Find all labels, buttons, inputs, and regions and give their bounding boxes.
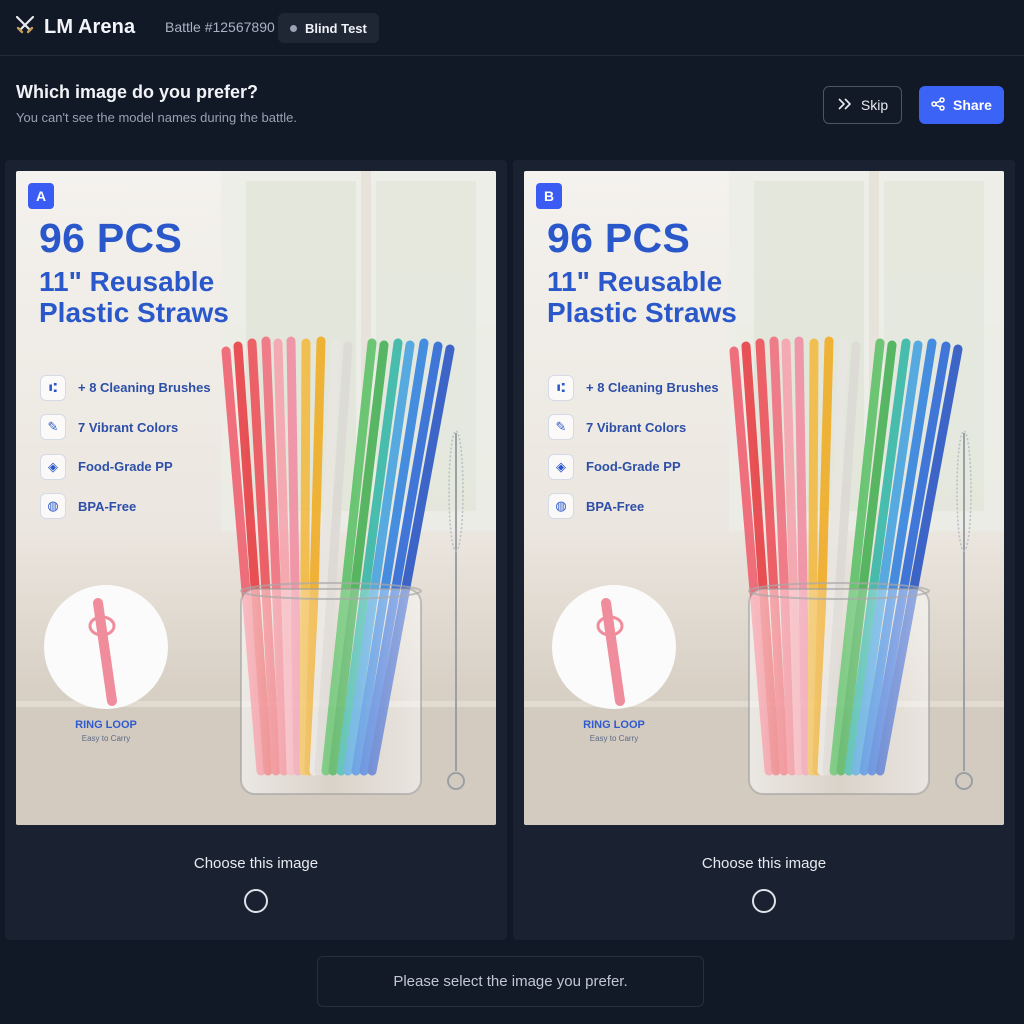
shield-icon: ◈ xyxy=(548,453,574,480)
skip-label: Skip xyxy=(860,97,889,113)
prompt-subtitle: You can't see the model names during the… xyxy=(16,110,297,125)
ring-loop-title: RING LOOP xyxy=(583,719,645,731)
brush-icon: ⑆ xyxy=(548,374,574,401)
feature-text: BPA-Free xyxy=(78,498,137,514)
status-dot-icon xyxy=(290,24,297,32)
feature-text: Food-Grade PP xyxy=(586,459,681,475)
choose-label: Choose this image xyxy=(193,855,319,872)
share-icon xyxy=(931,96,945,114)
feature-text: 7 Vibrant Colors xyxy=(586,419,687,435)
product-image-b[interactable]: B 96 PCS 11" Reusable Plastic Straws ⑆ +… xyxy=(524,171,1004,825)
feature-list: ⑆ + 8 Cleaning Brushes ✎ 7 Vibrant Color… xyxy=(548,368,719,526)
product-headline: 96 PCS xyxy=(547,215,691,261)
product-subline: 11" Reusable Plastic Straws xyxy=(547,266,737,328)
feature-item: ◈ Food-Grade PP xyxy=(548,447,719,487)
choose-image-a-radio[interactable] xyxy=(244,889,268,913)
panel-badge: A xyxy=(28,183,54,209)
feature-item: ◍ BPA-Free xyxy=(40,487,211,527)
share-button[interactable]: Share xyxy=(919,86,1004,124)
top-bar: LM Arena Battle #12567890 Blind Test xyxy=(0,0,1024,56)
blind-test-label: Blind Test xyxy=(305,20,367,36)
crossed-swords-icon xyxy=(14,14,36,41)
feature-item: ◈ Food-Grade PP xyxy=(40,447,211,487)
ring-loop-title: RING LOOP xyxy=(75,719,137,731)
ring-loop-subtitle: Easy to Carry xyxy=(81,734,131,743)
panel-badge: B xyxy=(536,183,562,209)
feature-item: ✎ 7 Vibrant Colors xyxy=(40,408,211,448)
selection-status: Please select the image you prefer. xyxy=(317,956,704,1007)
brush-icon: ⑆ xyxy=(40,374,66,401)
feature-item: ⑆ + 8 Cleaning Brushes xyxy=(40,368,211,408)
feature-item: ⑆ + 8 Cleaning Brushes xyxy=(548,368,719,408)
product-headline: 96 PCS xyxy=(39,215,183,261)
shield-icon: ◈ xyxy=(40,453,66,480)
bottle-icon: ◍ xyxy=(40,493,66,520)
choose-image-b-radio[interactable] xyxy=(752,889,776,913)
palette-icon: ✎ xyxy=(548,414,574,441)
image-panel-a: A 96 PCS 11" Reusable Plastic Straws ⑆ +… xyxy=(5,160,507,940)
feature-text: + 8 Cleaning Brushes xyxy=(78,380,211,396)
prompt-title: Which image do you prefer? xyxy=(16,82,259,102)
blind-test-chip: Blind Test xyxy=(278,13,379,43)
feature-text: Food-Grade PP xyxy=(78,459,173,475)
image-panel-b: B 96 PCS 11" Reusable Plastic Straws ⑆ +… xyxy=(513,160,1015,940)
ring-loop-subtitle: Easy to Carry xyxy=(589,734,639,743)
palette-icon: ✎ xyxy=(40,414,66,441)
feature-text: + 8 Cleaning Brushes xyxy=(586,380,719,396)
fast-forward-icon xyxy=(837,97,853,114)
skip-button[interactable]: Skip xyxy=(823,86,902,124)
app-title: LM Arena xyxy=(44,16,136,38)
feature-text: BPA-Free xyxy=(586,498,645,514)
product-subline: 11" Reusable Plastic Straws xyxy=(39,266,229,328)
share-label: Share xyxy=(953,97,992,113)
feature-item: ◍ BPA-Free xyxy=(548,487,719,527)
bottle-icon: ◍ xyxy=(548,493,574,520)
choose-label: Choose this image xyxy=(701,855,827,872)
product-image-a[interactable]: A 96 PCS 11" Reusable Plastic Straws ⑆ +… xyxy=(16,171,496,825)
brand[interactable]: LM Arena xyxy=(14,14,135,41)
feature-item: ✎ 7 Vibrant Colors xyxy=(548,408,719,448)
feature-list: ⑆ + 8 Cleaning Brushes ✎ 7 Vibrant Color… xyxy=(40,368,211,526)
battle-id: Battle #12567890 xyxy=(165,19,275,35)
feature-text: 7 Vibrant Colors xyxy=(78,419,179,435)
